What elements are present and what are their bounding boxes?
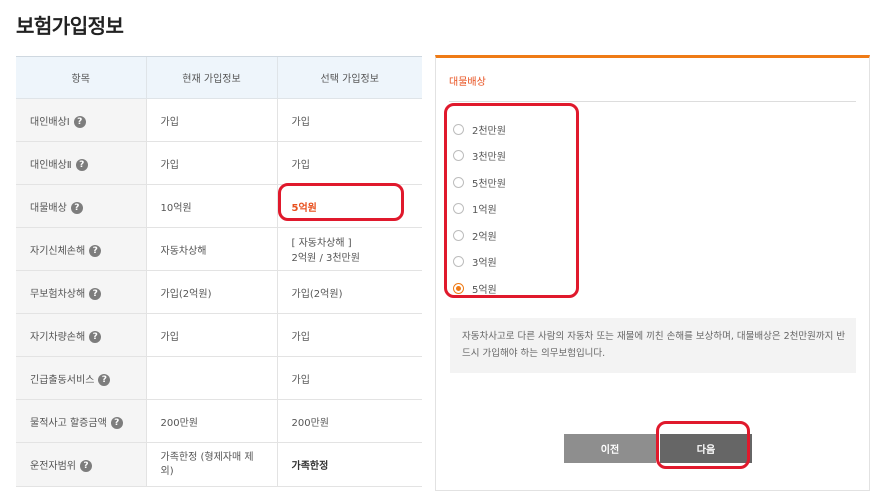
radio-option-50m[interactable]: 5천만원	[453, 169, 506, 196]
row-current-value: 가입	[145, 98, 277, 142]
row-item-cell: 운전자범위?	[16, 442, 146, 487]
row-item-cell: 물적사고 할증금액?	[16, 399, 146, 443]
radio-label: 2억원	[472, 231, 497, 243]
row-item-cell: 긴급출동서비스?	[16, 356, 146, 400]
help-icon[interactable]: ?	[73, 115, 86, 128]
coverage-description: 자동차사고로 다른 사람의 자동차 또는 재물에 끼친 손해를 보상하며, 대물…	[450, 318, 856, 373]
row-current-value: 가입(2억원)	[145, 270, 277, 314]
row-item-cell: 자기신체손해?	[16, 227, 146, 271]
table-row: 자기차량손해? 가입 가입	[16, 313, 422, 357]
table-row: 긴급출동서비스? 가입	[16, 356, 422, 400]
row-current-value: 가족한정 (형제자매 제외)	[145, 442, 277, 487]
row-item-cell: 자기차량손해?	[16, 313, 146, 357]
radio-label: 3천만원	[472, 152, 506, 164]
row-item-label: 물적사고 할증금액	[30, 417, 107, 429]
radio-button[interactable]	[453, 150, 464, 162]
radio-button[interactable]	[453, 203, 464, 215]
next-button[interactable]: 다음	[660, 434, 752, 463]
radio-label: 5억원	[472, 284, 497, 296]
row-current-value: 가입	[145, 313, 277, 357]
row-item-cell: 대인배상Ⅰ?	[16, 98, 146, 142]
row-current-value: 자동차상해	[145, 227, 277, 271]
panel-divider	[449, 101, 856, 102]
row-item-label: 대물배상	[30, 202, 67, 214]
row-current-value: 200만원	[145, 399, 277, 443]
row-item-label: 긴급출동서비스	[30, 374, 95, 386]
radio-label: 5천만원	[472, 178, 506, 190]
help-icon[interactable]: ?	[89, 330, 102, 343]
radio-button[interactable]	[453, 123, 464, 135]
table-row: 무보험차상해? 가입(2억원) 가입(2억원)	[16, 270, 422, 314]
row-selected-value: 가입	[276, 98, 422, 142]
table-row: 대물배상? 10억원 5억원	[16, 184, 422, 228]
row-selected-value: 가입	[276, 313, 422, 357]
radio-option-100m[interactable]: 1억원	[453, 196, 506, 223]
row-item-cell: 무보험차상해?	[16, 270, 146, 314]
header-current: 현재 가입정보	[145, 56, 277, 99]
radio-option-20m[interactable]: 2천만원	[453, 116, 506, 143]
table-row: 운전자범위? 가족한정 (형제자매 제외) 가족한정	[16, 442, 422, 487]
coverage-radio-group: 2천만원 3천만원 5천만원 1억원 2억원 3억원 5억원	[453, 116, 506, 302]
table-row: 자기신체손해? 자동차상해 [ 자동차상해 ] 2억원 / 3천만원	[16, 227, 422, 271]
header-selected: 선택 가입정보	[276, 56, 422, 99]
row-item-label: 운전자범위	[30, 461, 76, 472]
radio-button-selected[interactable]	[453, 282, 464, 294]
row-item-label: 대인배상Ⅰ	[30, 116, 70, 128]
page-title: 보험가입정보	[16, 14, 124, 38]
help-icon[interactable]: ?	[110, 416, 123, 429]
help-icon[interactable]: ?	[98, 373, 111, 386]
row-current-value	[145, 356, 277, 400]
help-icon[interactable]: ?	[89, 287, 102, 300]
table-row: 대인배상Ⅰ? 가입 가입	[16, 98, 422, 142]
row-item-cell: 대물배상?	[16, 184, 146, 228]
row-item-cell: 대인배상Ⅱ?	[16, 141, 146, 185]
row-selected-value: 가입	[276, 141, 422, 185]
row-item-label: 자기차량손해	[30, 331, 86, 343]
row-selected-value: 가족한정	[276, 442, 422, 487]
row-selected-value: 200만원	[276, 399, 422, 443]
radio-button[interactable]	[453, 229, 464, 241]
selected-value-line: 2억원 / 3천만원	[291, 253, 360, 264]
radio-label: 1억원	[472, 205, 497, 217]
help-icon[interactable]: ?	[75, 158, 88, 171]
help-icon[interactable]: ?	[89, 244, 102, 257]
coverage-option-panel: 대물배상 2천만원 3천만원 5천만원 1억원 2억원 3억원 5억원 자동차사…	[435, 55, 870, 491]
help-icon[interactable]: ?	[80, 460, 92, 472]
header-item: 항목	[16, 56, 146, 99]
row-selected-value: 가입(2억원)	[276, 270, 422, 314]
row-selected-value: 5억원	[276, 184, 422, 228]
radio-button[interactable]	[453, 256, 464, 268]
prev-button[interactable]: 이전	[564, 434, 656, 463]
radio-label: 2천만원	[472, 125, 506, 137]
row-selected-value: [ 자동차상해 ] 2억원 / 3천만원	[276, 227, 422, 271]
row-item-label: 자기신체손해	[30, 245, 86, 257]
radio-label: 3억원	[472, 258, 497, 270]
row-item-label: 대인배상Ⅱ	[30, 159, 72, 171]
radio-option-300m[interactable]: 3억원	[453, 249, 506, 276]
table-header-row: 항목 현재 가입정보 선택 가입정보	[16, 56, 422, 99]
row-current-value: 10억원	[145, 184, 277, 228]
panel-title: 대물배상	[449, 77, 486, 88]
row-item-label: 무보험차상해	[30, 288, 86, 300]
row-selected-value: 가입	[276, 356, 422, 400]
radio-option-30m[interactable]: 3천만원	[453, 143, 506, 170]
insurance-info-table: 항목 현재 가입정보 선택 가입정보 대인배상Ⅰ? 가입 가입 대인배상Ⅱ? 가…	[16, 56, 422, 487]
radio-button[interactable]	[453, 176, 464, 188]
help-icon[interactable]: ?	[70, 201, 83, 214]
radio-option-200m[interactable]: 2억원	[453, 222, 506, 249]
table-row: 대인배상Ⅱ? 가입 가입	[16, 141, 422, 185]
selected-value-line: [ 자동차상해 ]	[291, 238, 352, 249]
radio-option-500m[interactable]: 5억원	[453, 275, 506, 302]
row-current-value: 가입	[145, 141, 277, 185]
table-row: 물적사고 할증금액? 200만원 200만원	[16, 399, 422, 443]
